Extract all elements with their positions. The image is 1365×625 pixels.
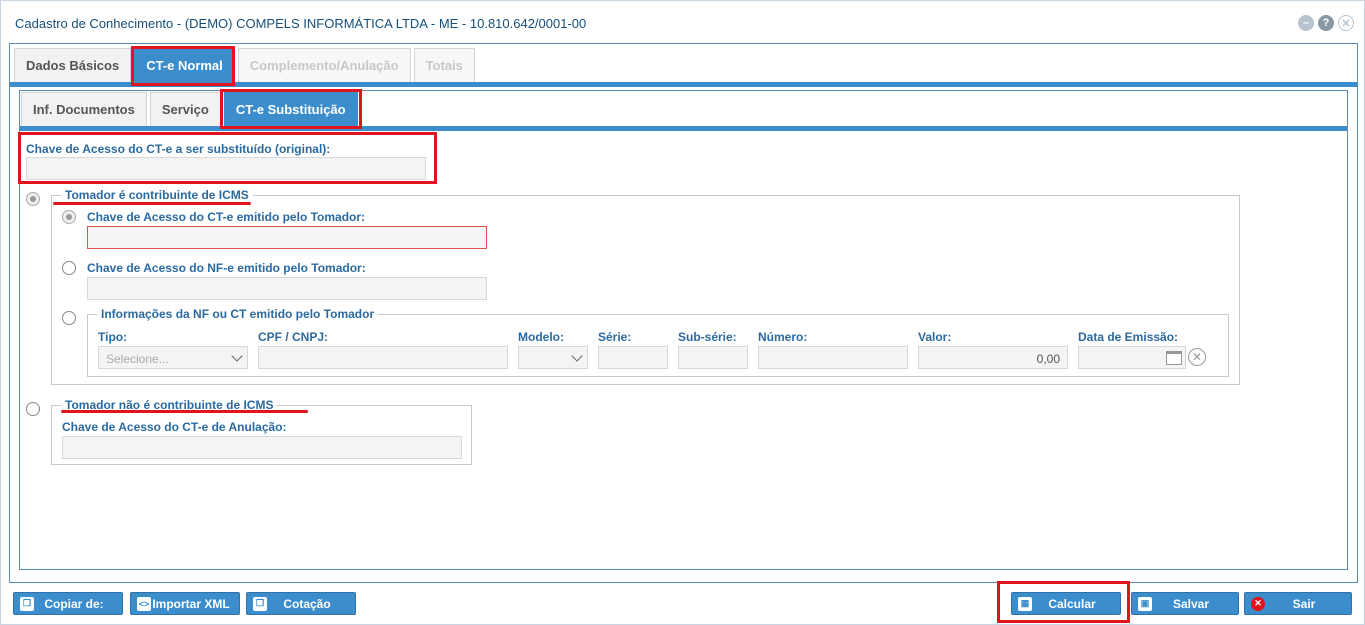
copiar-button[interactable]: ❐ Copiar de:: [13, 592, 123, 615]
annotation-box-field: [18, 132, 437, 184]
chevron-down-icon: [571, 350, 583, 362]
nfe-tomador-label: Chave de Acesso do NF-e emitido pelo Tom…: [87, 261, 366, 275]
tipo-label: Tipo:: [98, 330, 128, 344]
calcular-button[interactable]: ▦ Calcular: [1011, 592, 1121, 615]
chevron-down-icon: [231, 350, 243, 362]
cpf-label: CPF / CNPJ:: [258, 330, 329, 344]
tab-dados-basicos[interactable]: Dados Básicos: [14, 48, 132, 82]
annotation-box-subtab: [220, 89, 362, 129]
clear-date-icon[interactable]: ✕: [1188, 348, 1206, 366]
data-emissao-field[interactable]: [1078, 346, 1186, 369]
tipo-select[interactable]: Selecione...: [98, 346, 248, 369]
help-icon[interactable]: ?: [1318, 15, 1334, 31]
calendar-icon[interactable]: [1166, 351, 1182, 365]
data-emissao-label: Data de Emissão:: [1078, 330, 1179, 344]
window-title: Cadastro de Conhecimento - (DEMO) COMPEL…: [15, 16, 587, 31]
titlebar: Cadastro de Conhecimento - (DEMO) COMPEL…: [1, 1, 1364, 43]
annotation-underline-nao-contribuinte: [61, 410, 308, 413]
copy-icon: ❐: [20, 596, 34, 611]
legend-info-nf: Informações da NF ou CT emitido pelo Tom…: [97, 307, 379, 321]
importar-xml-button[interactable]: <> Importar XML: [130, 592, 240, 615]
tab-inf-documentos[interactable]: Inf. Documentos: [21, 92, 147, 126]
cte-anulacao-field[interactable]: [62, 436, 462, 459]
legend-contribuinte: Tomador é contribuinte de ICMS: [61, 188, 253, 202]
tab-totais[interactable]: Totais: [413, 48, 475, 82]
numero-label: Número:: [758, 330, 808, 344]
valor-value: 0,00: [1036, 352, 1060, 366]
annotation-underline-contribuinte: [53, 202, 251, 205]
valor-label: Valor:: [918, 330, 952, 344]
minimize-icon[interactable]: –: [1298, 15, 1314, 31]
cte-tomador-label: Chave de Acesso do CT-e emitido pelo Tom…: [87, 210, 366, 224]
cte-anulacao-label: Chave de Acesso do CT-e de Anulação:: [62, 420, 287, 434]
radio-info-nf[interactable]: [62, 311, 76, 325]
serie-label: Série:: [598, 330, 632, 344]
subserie-label: Sub-série:: [678, 330, 737, 344]
close-icon[interactable]: ✕: [1338, 15, 1354, 31]
tab-complemento-anulacao[interactable]: Complemento/Anulação: [237, 48, 411, 82]
radio-cte-tomador[interactable]: [62, 210, 76, 224]
close-icon: ✕: [1251, 596, 1265, 611]
modelo-label: Modelo:: [518, 330, 564, 344]
copy-icon: ❐: [253, 596, 267, 611]
cotacao-button[interactable]: ❐ Cotação: [246, 592, 356, 615]
window-controls: – ? ✕: [1298, 15, 1354, 31]
sair-button[interactable]: ✕ Sair: [1244, 592, 1352, 615]
salvar-button[interactable]: ▣ Salvar: [1131, 592, 1239, 615]
numero-field[interactable]: [758, 346, 908, 369]
cte-tomador-field[interactable]: [87, 226, 487, 249]
subserie-field[interactable]: [678, 346, 748, 369]
calculator-icon: ▦: [1018, 596, 1032, 611]
xml-icon: <>: [137, 596, 151, 611]
serie-field[interactable]: [598, 346, 668, 369]
save-icon: ▣: [1138, 596, 1152, 611]
tipo-placeholder: Selecione...: [106, 352, 169, 366]
radio-nao-contribuinte[interactable]: [26, 402, 40, 416]
nfe-tomador-field[interactable]: [87, 277, 487, 300]
modelo-select[interactable]: [518, 346, 588, 369]
valor-field[interactable]: 0,00: [918, 346, 1068, 369]
radio-contribuinte[interactable]: [26, 192, 40, 206]
window: Cadastro de Conhecimento - (DEMO) COMPEL…: [0, 0, 1365, 625]
cpf-field[interactable]: [258, 346, 508, 369]
radio-nfe-tomador[interactable]: [62, 261, 76, 275]
tab-servico[interactable]: Serviço: [149, 92, 221, 126]
main-tabs: Dados Básicos CT-e Normal Complemento/An…: [14, 48, 475, 82]
annotation-box-tab: [131, 46, 235, 86]
